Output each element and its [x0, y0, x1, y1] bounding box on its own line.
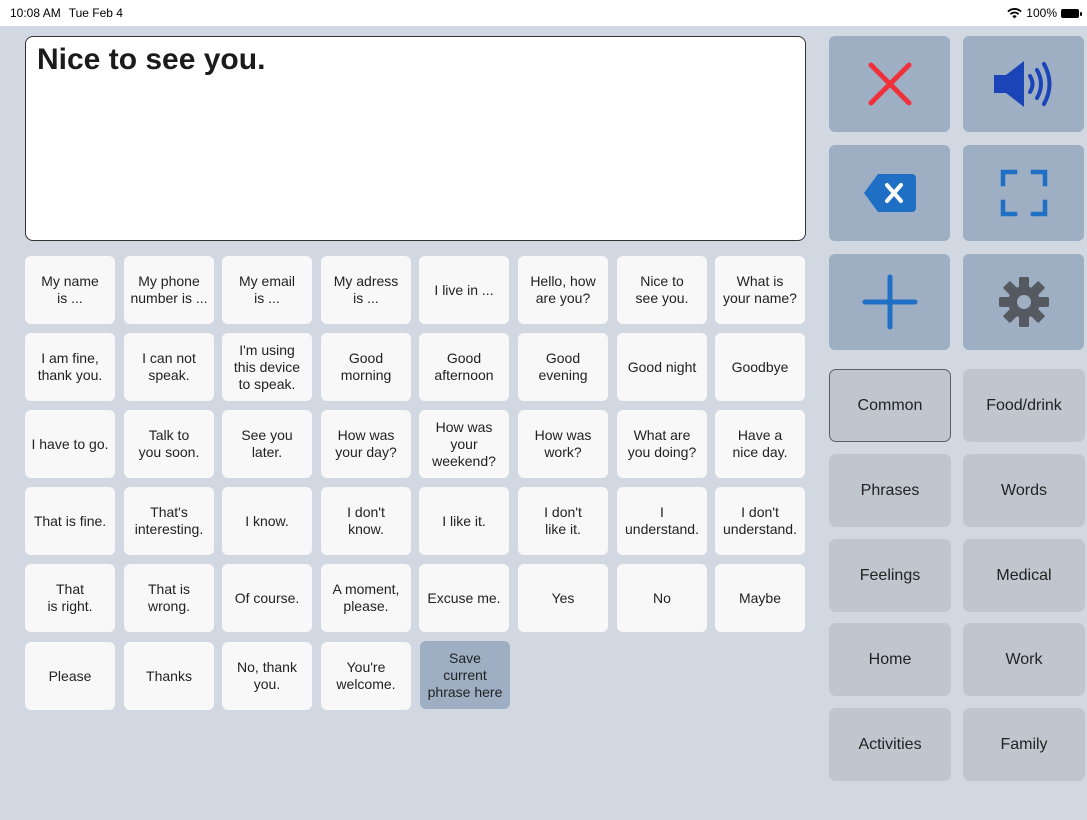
- phrase-button[interactable]: That is fine.: [25, 487, 115, 555]
- plus-icon: [862, 274, 917, 330]
- phrase-button[interactable]: Good afternoon: [419, 333, 509, 401]
- phrase-button[interactable]: I like it.: [419, 487, 509, 555]
- speaker-icon: [993, 61, 1051, 107]
- phrase-button[interactable]: Yes: [518, 564, 608, 632]
- message-output-box[interactable]: Nice to see you.: [25, 36, 806, 241]
- phrase-button[interactable]: I'm using this device to speak.: [222, 333, 312, 401]
- phrase-button[interactable]: Of course.: [222, 564, 312, 632]
- gear-icon: [998, 277, 1049, 327]
- phrase-button[interactable]: See you later.: [222, 410, 312, 478]
- clear-button[interactable]: [829, 36, 950, 132]
- phrase-button[interactable]: Thanks: [124, 642, 214, 710]
- phrase-button[interactable]: I don't know.: [321, 487, 411, 555]
- save-phrase-button[interactable]: Save current phrase here: [420, 641, 510, 709]
- category-work[interactable]: Work: [963, 623, 1085, 696]
- screen: 10:08 AM Tue Feb 4 100% Nice to see you. …: [0, 0, 1087, 820]
- backspace-icon: [863, 174, 916, 212]
- phrase-button[interactable]: I understand.: [617, 487, 707, 555]
- phrase-button[interactable]: That is wrong.: [124, 564, 214, 632]
- phrase-button[interactable]: What is your name?: [715, 256, 805, 324]
- phrase-button[interactable]: No, thank you.: [222, 642, 312, 710]
- category-activities[interactable]: Activities: [829, 708, 951, 781]
- category-family[interactable]: Family: [963, 708, 1085, 781]
- category-food-drink[interactable]: Food/drink: [963, 369, 1085, 442]
- category-common[interactable]: Common: [829, 369, 951, 442]
- phrase-button[interactable]: How was your day?: [321, 410, 411, 478]
- phrase-button[interactable]: Hello, how are you?: [518, 256, 608, 324]
- close-icon: [868, 62, 911, 106]
- phrase-button[interactable]: Excuse me.: [419, 564, 509, 632]
- phrase-button[interactable]: Goodbye: [715, 333, 805, 401]
- category-feelings[interactable]: Feelings: [829, 539, 951, 612]
- message-output-text: Nice to see you.: [37, 43, 266, 76]
- phrase-button[interactable]: Good evening: [518, 333, 608, 401]
- phrase-button[interactable]: Maybe: [715, 564, 805, 632]
- phrase-button[interactable]: Good morning: [321, 333, 411, 401]
- phrase-button[interactable]: A moment, please.: [321, 564, 411, 632]
- fullscreen-button[interactable]: [963, 145, 1084, 241]
- phrase-button[interactable]: No: [617, 564, 707, 632]
- battery-percent: 100%: [1026, 6, 1057, 20]
- phrase-button[interactable]: I have to go.: [25, 410, 115, 478]
- phrase-button[interactable]: My email is ...: [222, 256, 312, 324]
- phrase-button[interactable]: I know.: [222, 487, 312, 555]
- phrase-button[interactable]: That is right.: [25, 564, 115, 632]
- status-bar: 10:08 AM Tue Feb 4 100%: [0, 0, 1087, 26]
- phrase-button[interactable]: My name is ...: [25, 256, 115, 324]
- phrase-button[interactable]: Good night: [617, 333, 707, 401]
- battery-icon: [1061, 8, 1082, 18]
- phrase-button[interactable]: I don't like it.: [518, 487, 608, 555]
- phrase-button[interactable]: You're welcome.: [321, 642, 411, 710]
- status-time-date: 10:08 AM Tue Feb 4: [10, 6, 131, 20]
- delete-button[interactable]: [829, 145, 950, 241]
- speak-button[interactable]: [963, 36, 1084, 132]
- phrase-button[interactable]: My phone number is ...: [124, 256, 214, 324]
- phrase-button[interactable]: Have a nice day.: [715, 410, 805, 478]
- phrase-button[interactable]: I am fine, thank you.: [25, 333, 115, 401]
- phrase-button[interactable]: That's interesting.: [124, 487, 214, 555]
- phrase-button[interactable]: I don't understand.: [715, 487, 805, 555]
- wifi-icon: [1007, 7, 1022, 18]
- phrase-button[interactable]: How was your weekend?: [419, 410, 509, 478]
- status-right: 100%: [1007, 6, 1082, 20]
- phrase-button[interactable]: What are you doing?: [617, 410, 707, 478]
- phrase-button[interactable]: Please: [25, 642, 115, 710]
- category-medical[interactable]: Medical: [963, 539, 1085, 612]
- status-date: Tue Feb 4: [68, 6, 123, 20]
- phrase-button[interactable]: How was work?: [518, 410, 608, 478]
- phrase-button[interactable]: Nice to see you.: [617, 256, 707, 324]
- settings-button[interactable]: [963, 254, 1084, 350]
- add-button[interactable]: [829, 254, 950, 350]
- category-home[interactable]: Home: [829, 623, 951, 696]
- fullscreen-icon: [1000, 169, 1047, 217]
- phrase-button[interactable]: I live in ...: [419, 256, 509, 324]
- phrase-button[interactable]: I can not speak.: [124, 333, 214, 401]
- category-words[interactable]: Words: [963, 454, 1085, 527]
- phrase-button[interactable]: Talk to you soon.: [124, 410, 214, 478]
- status-time: 10:08 AM: [10, 6, 61, 20]
- phrase-button[interactable]: My adress is ...: [321, 256, 411, 324]
- category-phrases[interactable]: Phrases: [829, 454, 951, 527]
